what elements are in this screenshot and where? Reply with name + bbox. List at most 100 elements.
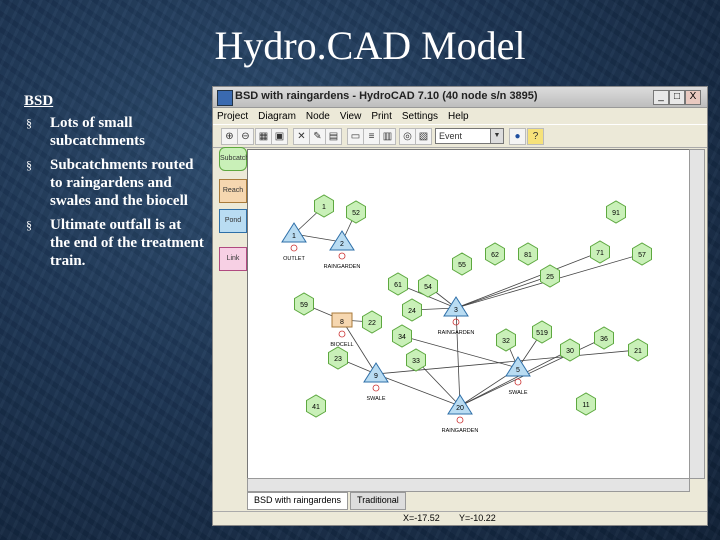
globe-icon[interactable]: ● [509,128,526,145]
hydrocad-window: BSD with raingardens - HydroCAD 7.10 (40… [212,86,708,526]
subcatchment-node[interactable]: 22 [362,310,382,334]
subcatchment-node[interactable]: 24 [402,298,422,322]
palette-link[interactable]: Link [219,247,247,271]
subcatchment-label: 24 [408,308,416,315]
menu-settings[interactable]: Settings [402,111,438,122]
pond-node[interactable]: 1 OUTLET [281,222,307,262]
bullet-item: § Subcatchments routed to raingardens and… [24,156,204,210]
toolbar: ⊕ ⊖ ▦ ▣ ✕ ✎ ▤ ▭ ≡ ▥ ◎ ▧ Event ▼ ● ? [213,124,707,148]
pond-node[interactable]: 2 RAINGARDEN [324,230,361,270]
print-icon[interactable]: ▭ [347,128,364,145]
subcatchment-label: 34 [398,334,406,341]
subcatchment-node[interactable]: 81 [518,242,538,266]
palette-reach[interactable]: Reach [219,179,247,203]
subcatchment-node[interactable]: 21 [628,338,648,362]
subcatchment-label: 36 [600,336,608,343]
settings-icon[interactable]: ▧ [415,128,432,145]
subcatchment-node[interactable]: 23 [328,346,348,370]
minimize-button[interactable]: _ [653,90,669,105]
table-icon[interactable]: ▥ [379,128,396,145]
subcatchment-node[interactable]: 59 [294,292,314,316]
zoom-out-icon[interactable]: ⊖ [237,128,254,145]
palette-subcatch[interactable]: Subcatch [219,147,249,171]
maximize-button[interactable]: □ [669,90,685,105]
menu-diagram[interactable]: Diagram [258,111,296,122]
chart-icon[interactable]: ▤ [325,128,342,145]
subcatchment-label: 11 [582,402,589,409]
edit-icon[interactable]: ✎ [309,128,326,145]
subcatchment-node[interactable]: 91 [606,200,626,224]
pond-node[interactable]: 5 SWALE [505,356,531,396]
subcatchment-node[interactable]: 62 [485,242,505,266]
subcatchment-label: 59 [300,302,308,309]
node-label: 1 [292,233,296,240]
node-caption: RAINGARDEN [438,330,475,336]
menu-help[interactable]: Help [448,111,469,122]
subcatchment-label: 30 [566,348,574,355]
node-label: 5 [516,367,520,374]
pond-node[interactable]: 8 BIOCELL [330,312,354,348]
subcatchment-node[interactable]: 61 [388,272,408,296]
node-caption: RAINGARDEN [324,264,361,270]
routing-link [455,307,461,407]
subcatchment-node[interactable]: 519 [532,320,552,344]
subcatchment-node[interactable]: 71 [590,240,610,264]
x-coordinate: X=-17.52 [403,513,440,523]
bullet-icon: § [26,116,32,130]
horizontal-scrollbar[interactable] [247,478,690,492]
subcatchment-node[interactable]: 55 [452,252,472,276]
menu-view[interactable]: View [340,111,362,122]
subcatchment-label: 61 [394,282,402,289]
close-button[interactable]: X [685,90,701,105]
pond-node[interactable]: 9 SWALE [363,362,389,402]
subcatchment-node[interactable]: 25 [540,264,560,288]
node-caption: SWALE [366,396,385,402]
routing-link [375,373,461,407]
routing-diagram[interactable]: 152 915562 81 71 57255961 5424223451932303621… [248,150,689,478]
routing-links [293,205,643,407]
menu-node[interactable]: Node [306,111,330,122]
bsd-heading: BSD [24,93,54,109]
subcatchment-node[interactable]: 33 [406,348,426,372]
slide-title: Hydro.CAD Model [214,23,526,68]
node-label: 20 [456,405,464,412]
node-caption: BIOCELL [330,342,353,348]
window-titlebar[interactable]: BSD with raingardens - HydroCAD 7.10 (40… [213,87,707,108]
help-icon[interactable]: ? [527,128,544,145]
status-bar: X=-17.52 Y=-10.22 [213,511,707,526]
bullet-item: § Ultimate outfall is at the end of the t… [24,216,204,270]
subcatchment-node[interactable]: 52 [346,200,366,224]
arrange-icon[interactable]: ▣ [271,128,288,145]
subcatchment-label: 55 [458,262,466,269]
subcatchment-node[interactable]: 57 [632,242,652,266]
tab-bsd-with-raingardens[interactable]: BSD with raingardens [247,492,349,510]
subcatchment-node[interactable]: 34 [392,324,412,348]
menu-print[interactable]: Print [371,111,392,122]
subcatchment-node[interactable]: 36 [594,326,614,350]
y-coordinate: Y=-10.22 [459,513,496,523]
calculate-icon[interactable]: ◎ [399,128,416,145]
tab-traditional[interactable]: Traditional [350,492,406,510]
grid-icon[interactable]: ▦ [255,128,272,145]
event-select[interactable]: Event ▼ [435,128,504,144]
diagram-canvas[interactable]: 1 52 91 55 62 81 71 57 25 59 61 54 24 22 34 519 32 30 36 21… [247,149,690,479]
vertical-scrollbar[interactable] [689,149,705,479]
zoom-in-icon[interactable]: ⊕ [221,128,238,145]
bullet-item: § Lots of small subcatchments [24,114,204,150]
bullet-text: Ultimate outfall is at the end of the tr… [50,217,204,269]
palette-pond[interactable]: Pond [219,209,247,233]
node-label: 9 [374,373,378,380]
subcatchment-node[interactable]: 32 [496,328,516,352]
subcatchment-node[interactable]: 30 [560,338,580,362]
subcatchment-label: 57 [638,252,646,259]
subcatchment-node[interactable]: 54 [418,274,438,298]
subcatchment-node[interactable]: 11 [576,392,596,416]
subcatchment-node[interactable]: 1 [314,194,334,218]
subcatchment-label: 32 [502,338,510,345]
report-icon[interactable]: ≡ [363,128,380,145]
delete-icon[interactable]: ✕ [293,128,310,145]
node-caption: OUTLET [283,256,305,262]
subcatchment-label: 81 [524,252,532,259]
subcatchment-node[interactable]: 41 [306,394,326,418]
menu-project[interactable]: Project [217,111,248,122]
